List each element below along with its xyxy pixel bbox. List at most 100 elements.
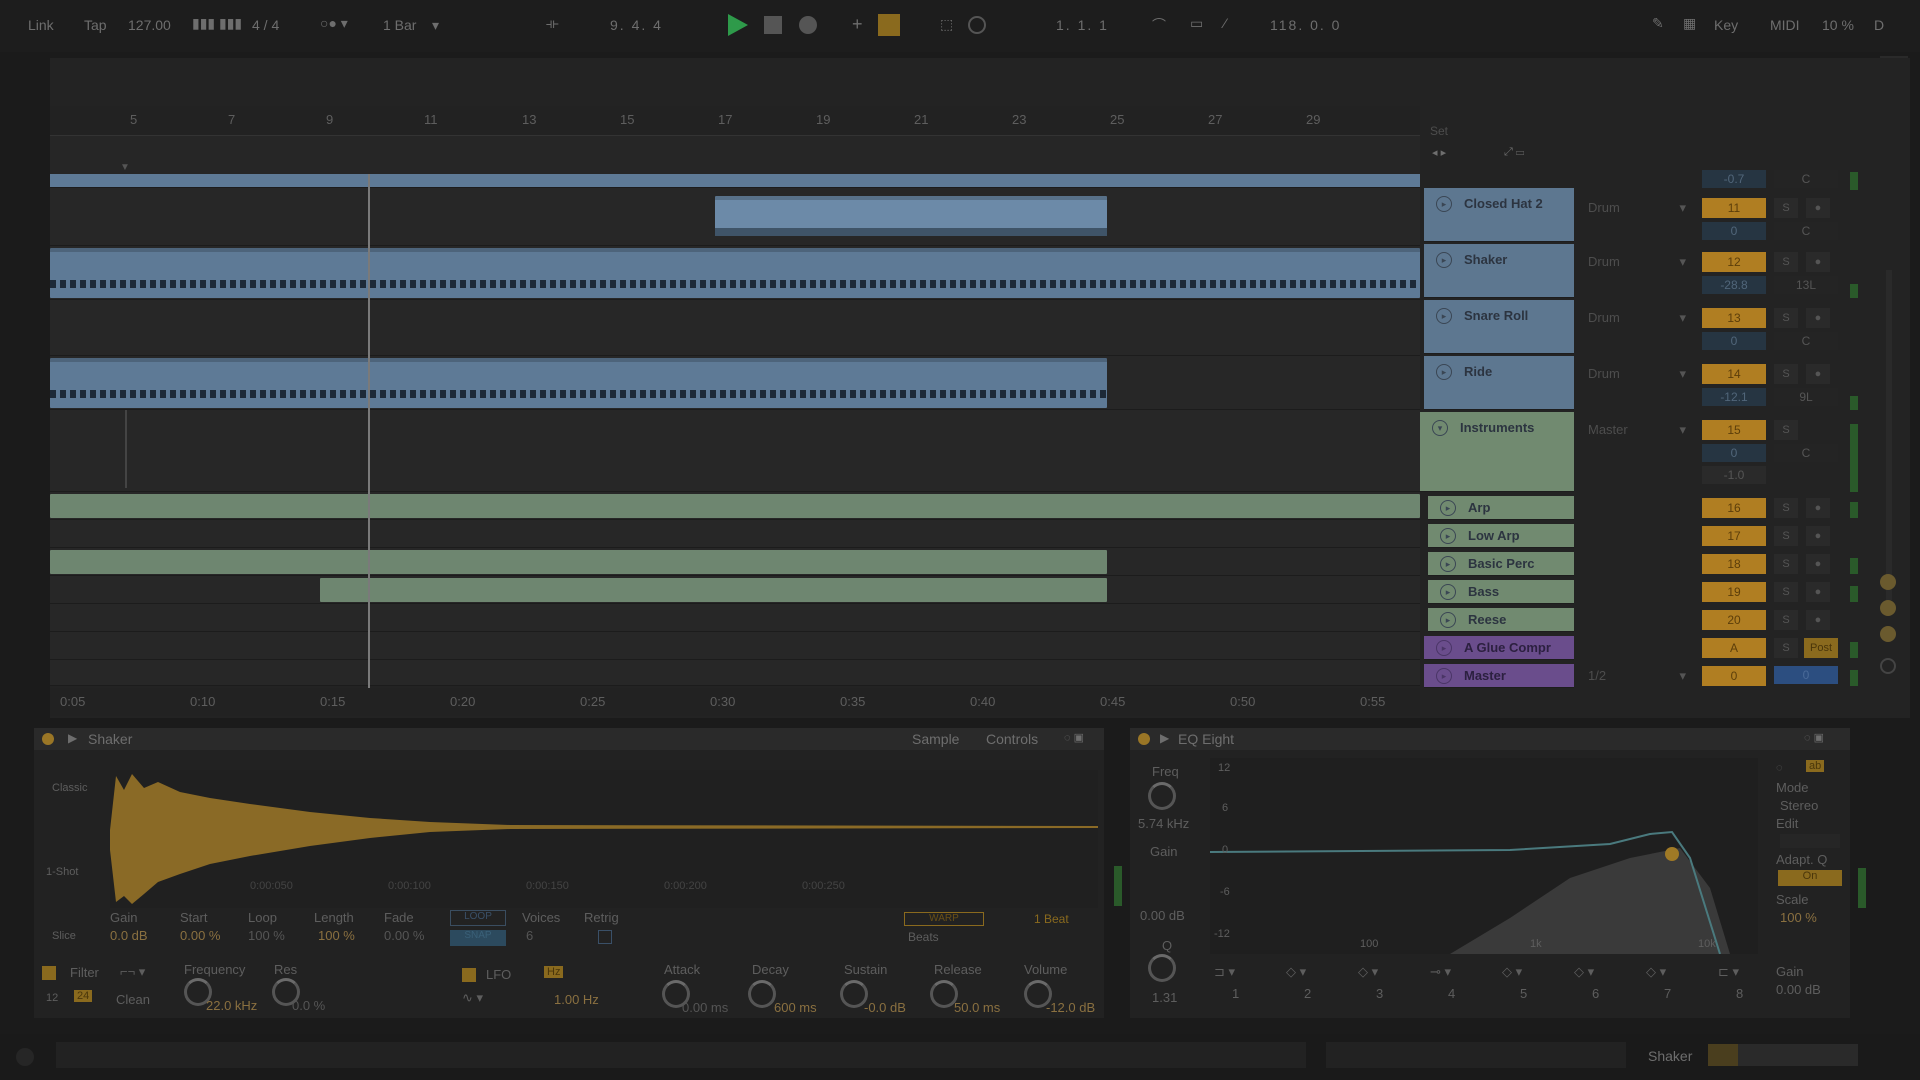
top-pan[interactable]: C	[1774, 170, 1838, 188]
track-name[interactable]: Master	[1464, 668, 1506, 683]
lane-top-strip[interactable]	[50, 174, 1420, 188]
track-activator[interactable]: 15	[1702, 420, 1766, 440]
view-toggle-icon[interactable]	[1880, 574, 1896, 590]
lfo-rate-value[interactable]: 1.00 Hz	[554, 992, 599, 1007]
capture-icon[interactable]: ⬚	[940, 16, 953, 33]
track-send[interactable]: -1.0	[1702, 466, 1766, 484]
filter-circuit-select[interactable]: Clean	[116, 992, 150, 1007]
filter-type-icon[interactable]: ⌐¬ ▾	[120, 964, 145, 980]
length-value[interactable]: 100 %	[318, 928, 355, 943]
track-ride[interactable]: ▸ Ride	[1424, 356, 1574, 410]
solo-button[interactable]: S	[1774, 526, 1798, 546]
arm-button[interactable]: ●	[1806, 252, 1830, 272]
track-activator[interactable]: 18	[1702, 554, 1766, 574]
attack-value[interactable]: 0.00 ms	[682, 1000, 728, 1015]
track-output-select[interactable]: Drum	[1582, 252, 1692, 272]
track-output-select[interactable]: Drum	[1582, 308, 1692, 328]
master-volume[interactable]: 0	[1774, 666, 1838, 684]
automation-arm-icon[interactable]	[878, 14, 900, 36]
start-value[interactable]: 0.00 %	[180, 928, 220, 943]
punch-in-icon[interactable]: ⌒	[1152, 15, 1166, 35]
play-icon[interactable]	[728, 14, 748, 36]
band-filter-icon[interactable]: ◇ ▾	[1574, 964, 1594, 980]
master-cue[interactable]: 0	[1702, 666, 1766, 686]
set-button[interactable]: Set	[1430, 124, 1448, 138]
lane-ride[interactable]	[50, 356, 1420, 410]
track-name[interactable]: Basic Perc	[1468, 556, 1535, 571]
track-name[interactable]: Ride	[1464, 364, 1492, 379]
fold-icon[interactable]: ▸	[1440, 612, 1456, 628]
tap-button[interactable]: Tap	[84, 17, 107, 33]
overdub-icon[interactable]: +	[852, 14, 863, 35]
lane-instruments[interactable]	[50, 410, 1420, 492]
lfo-toggle[interactable]	[462, 968, 476, 982]
arm-button[interactable]: ●	[1806, 610, 1830, 630]
eq-audition-icon[interactable]: ◌	[1776, 762, 1783, 774]
fold-icon[interactable]: ▸	[1440, 500, 1456, 516]
info-view-icon[interactable]	[16, 1048, 34, 1066]
arm-button[interactable]: ●	[1806, 498, 1830, 518]
clip-arp[interactable]	[50, 494, 1420, 518]
band-number[interactable]: 8	[1736, 986, 1743, 1001]
solo-button[interactable]: S	[1774, 582, 1798, 602]
eq-scale-value[interactable]: 100 %	[1780, 910, 1817, 925]
track-volume[interactable]: 0	[1702, 222, 1766, 240]
band-number[interactable]: 7	[1664, 986, 1671, 1001]
clip-bass[interactable]	[320, 578, 1107, 602]
track-output-select[interactable]: Drum	[1582, 364, 1692, 384]
lane-glue-compressor[interactable]	[50, 632, 1420, 660]
eq-ab-toggle[interactable]: ab	[1806, 760, 1825, 772]
track-activator[interactable]: 20	[1702, 610, 1766, 630]
lane-master[interactable]	[50, 660, 1420, 686]
solo-button[interactable]: S	[1774, 554, 1798, 574]
snap-toggle[interactable]: SNAP	[450, 930, 506, 946]
lane-snare-roll[interactable]	[50, 300, 1420, 356]
track-snare-roll[interactable]: ▸ Snare Roll	[1424, 300, 1574, 354]
track-pan[interactable]: 9L	[1774, 388, 1838, 406]
decay-value[interactable]: 600 ms	[774, 1000, 817, 1015]
draw-mode-icon[interactable]: ✎	[1652, 15, 1664, 32]
device-on-icon[interactable]	[1138, 733, 1150, 745]
warp-mode-select[interactable]: Beats	[908, 930, 939, 944]
band-number[interactable]: 4	[1448, 986, 1455, 1001]
track-output-select[interactable]: Drum	[1582, 198, 1692, 218]
lane-basic-perc[interactable]	[50, 548, 1420, 576]
band-filter-icon[interactable]: ◇ ▾	[1286, 964, 1306, 980]
post-button[interactable]: Post	[1804, 638, 1838, 658]
device-fold-icon[interactable]: ▶	[68, 731, 77, 745]
track-activator[interactable]: 19	[1702, 582, 1766, 602]
fade-value[interactable]: 0.00 %	[384, 928, 424, 943]
loop-value[interactable]: 100 %	[248, 928, 285, 943]
band-number[interactable]: 5	[1520, 986, 1527, 1001]
track-glue-compressor[interactable]: ▸ A Glue Compr	[1424, 636, 1574, 660]
gain-value[interactable]: 0.0 dB	[110, 928, 148, 943]
top-volume[interactable]: -0.7	[1702, 170, 1766, 188]
expand-icon[interactable]: ⤢ ▭	[1504, 146, 1524, 159]
track-pan[interactable]: C	[1774, 332, 1838, 350]
eq-freq-knob[interactable]	[1148, 782, 1176, 810]
sustain-value[interactable]: -0.0 dB	[864, 1000, 906, 1015]
band-filter-icon[interactable]: ⊐ ▾	[1214, 964, 1235, 980]
waveform-display[interactable]: 0:00:050 0:00:100 0:00:150 0:00:200 0:00…	[110, 770, 1098, 908]
computer-keyboard-icon[interactable]: ▦	[1683, 15, 1696, 32]
track-arp[interactable]: ▸ Arp	[1428, 496, 1574, 520]
stop-icon[interactable]	[764, 16, 782, 34]
solo-button[interactable]: S	[1774, 364, 1798, 384]
lfo-wave-icon[interactable]: ∿ ▾	[462, 990, 483, 1006]
band-number[interactable]: 1	[1232, 986, 1239, 1001]
beat-time-ruler[interactable]: 5 7 9 11 13 15 17 19 21 23 25 27 29	[50, 106, 1420, 136]
band-filter-icon[interactable]: ◇ ▾	[1358, 964, 1378, 980]
solo-button[interactable]: S	[1774, 198, 1798, 218]
slope-24[interactable]: 24	[74, 990, 93, 1002]
clip-basic-perc[interactable]	[50, 550, 1107, 574]
track-name[interactable]: Closed Hat 2	[1464, 196, 1543, 211]
track-shaker[interactable]: ▸ Shaker	[1424, 244, 1574, 298]
track-volume[interactable]: 0	[1702, 444, 1766, 462]
vertical-scrollbar[interactable]	[1886, 270, 1892, 600]
arrangement-position[interactable]: 9. 4. 4	[610, 17, 663, 33]
lane-low-arp[interactable]	[50, 520, 1420, 548]
track-name[interactable]: Reese	[1468, 612, 1506, 627]
device-options-icon[interactable]: ◌ ▣	[1064, 731, 1084, 744]
metronome-icon[interactable]: ▮▮▮ ▮▮▮	[192, 15, 242, 32]
record-icon[interactable]	[799, 16, 817, 34]
